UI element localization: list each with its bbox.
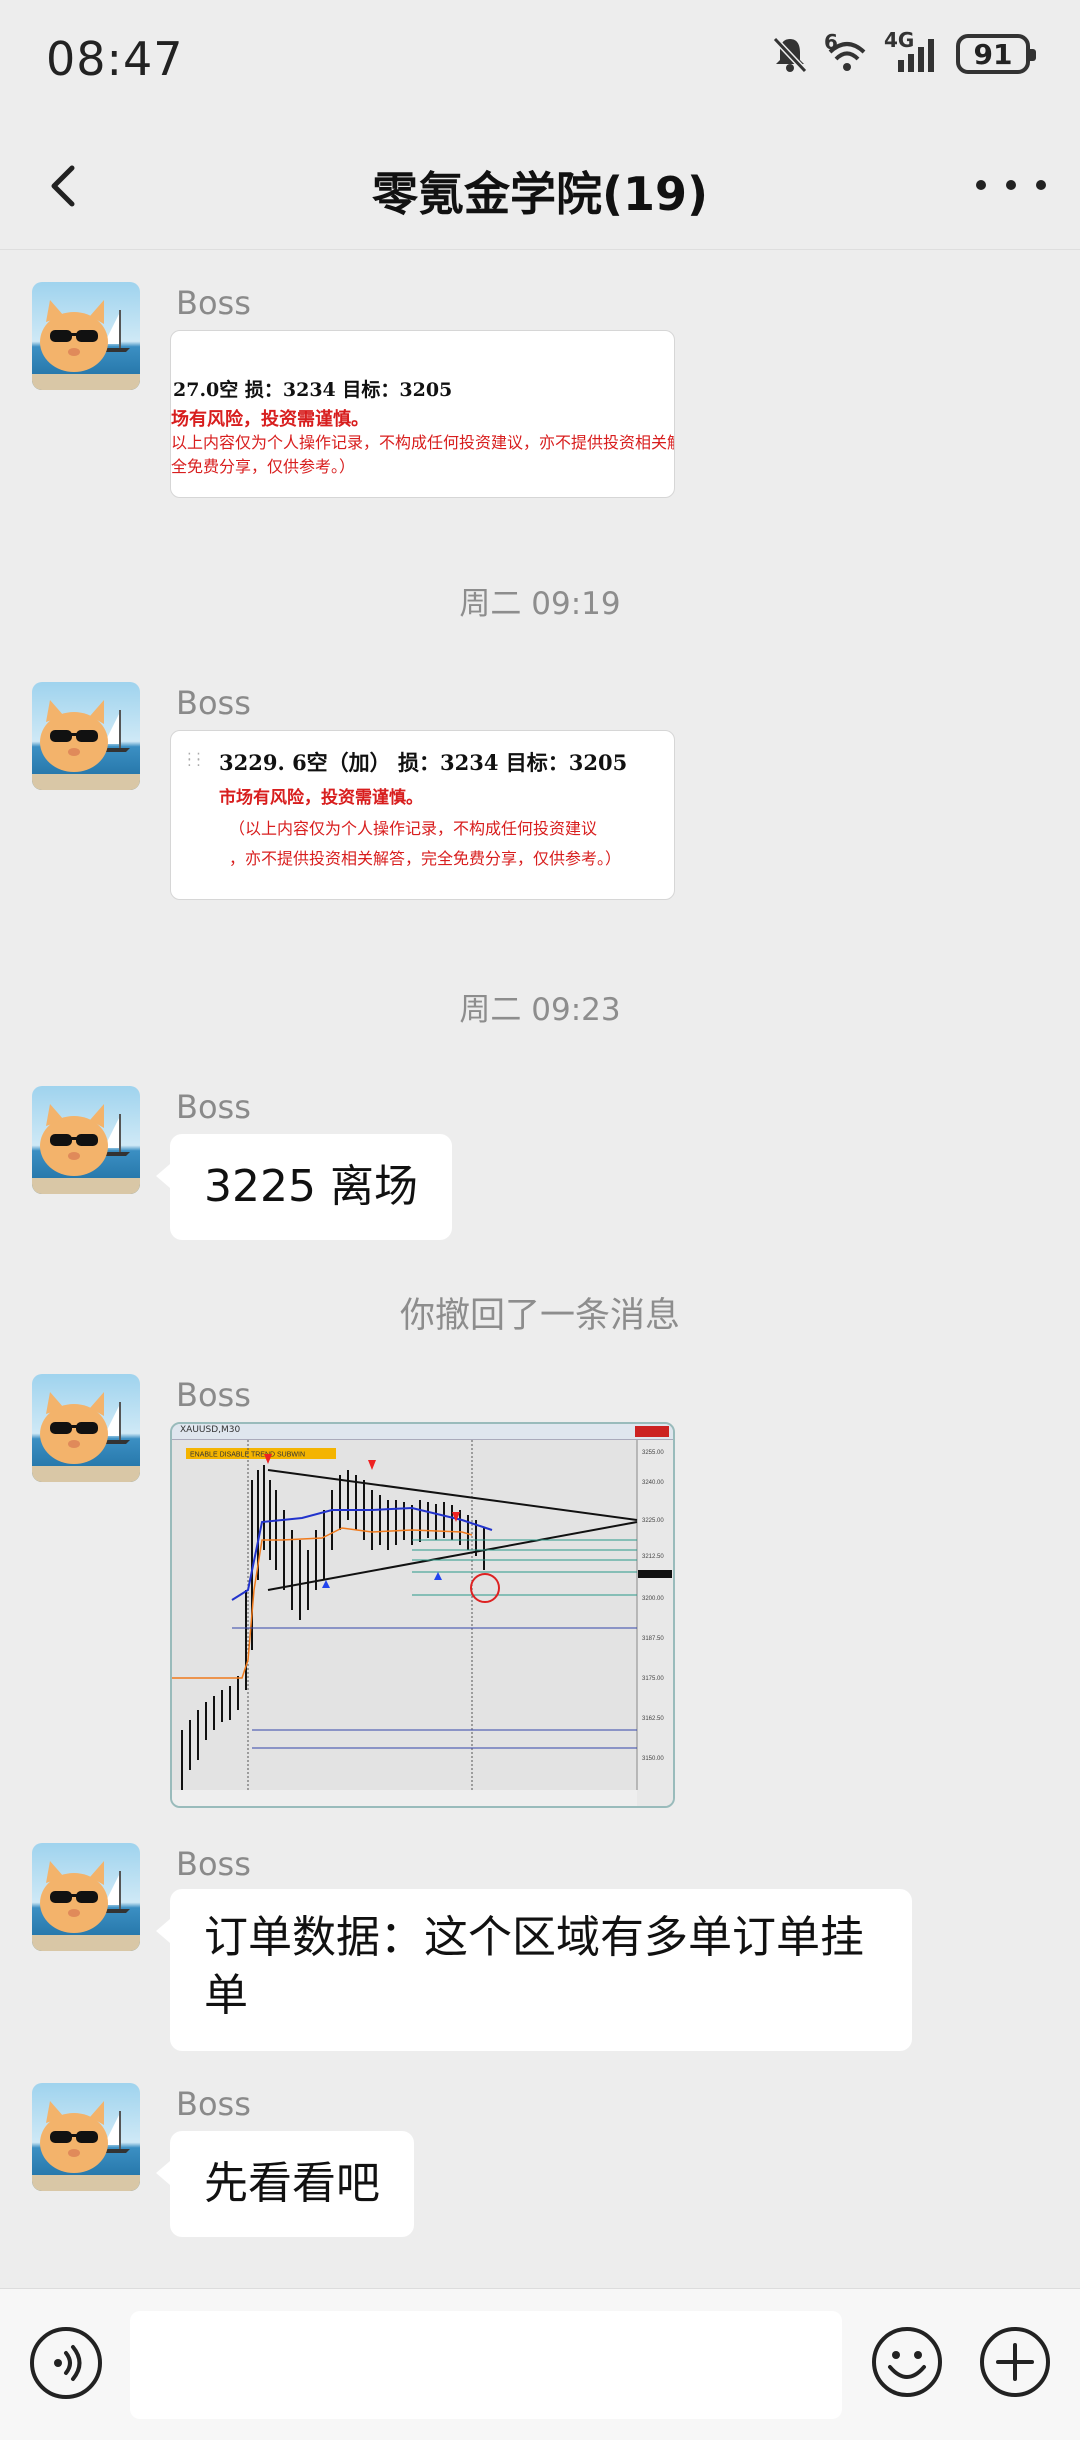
price-chart: ENABLE DISABLE TREND SUBWIN 3255.00 3240…	[172, 1440, 673, 1806]
chart-screenshot-image[interactable]: XAUUSD,M30 ENABLE DISABLE TREND SUBWIN 3…	[170, 1422, 675, 1808]
card-line: （以上内容仅为个人操作记录，不构成任何投资建议	[229, 819, 598, 838]
avatar[interactable]	[32, 282, 140, 390]
sender-name: Boss	[176, 1376, 251, 1414]
card-line: 3229. 6空（加） 损：3234 目标：3205	[219, 750, 628, 775]
card-line: 27.0空 损：3234 目标：3205	[173, 379, 453, 401]
signal-icon: 4G	[884, 28, 942, 74]
svg-text:3187.50: 3187.50	[642, 1636, 664, 1642]
avatar[interactable]	[32, 682, 140, 790]
input-bar	[0, 2288, 1080, 2440]
avatar[interactable]	[32, 1086, 140, 1194]
avatar[interactable]	[32, 1374, 140, 1482]
bubble-line: 单	[204, 1970, 248, 2021]
time-separator: 周二 09:23	[459, 992, 621, 1028]
sender-name: Boss	[176, 684, 251, 722]
bubble-line: 订单数据：这个区域有多单订单挂	[204, 1912, 864, 1963]
svg-text:3240.00: 3240.00	[642, 1480, 664, 1486]
image-message[interactable]: : :: : 3229. 6空（加） 损：3234 目标：3205 市场有风险，…	[170, 730, 675, 900]
time-separator: 周二 09:19	[459, 586, 621, 622]
image-message[interactable]: 27.0空 损：3234 目标：3205 场有风险，投资需谨慎。 以上内容仅为个…	[170, 330, 675, 498]
drag-handle-icon: : :: :	[187, 748, 201, 770]
svg-text:3162.50: 3162.50	[642, 1716, 664, 1722]
sender-name: Boss	[176, 284, 251, 322]
voice-icon[interactable]	[30, 2327, 102, 2399]
card-line: 市场有风险，投资需谨慎。	[219, 788, 423, 808]
text-bubble[interactable]: 先看看吧	[156, 2131, 414, 2237]
svg-text:3255.00: 3255.00	[642, 1450, 664, 1456]
sender-name: Boss	[176, 1088, 251, 1126]
status-icons: 6 4G 91	[770, 28, 1036, 74]
recall-notice: 你撤回了一条消息	[399, 1296, 680, 1336]
status-time: 08:47	[46, 32, 184, 86]
status-bar: 08:47 6 4G 91	[0, 0, 1080, 120]
svg-text:3150.00: 3150.00	[642, 1756, 664, 1762]
text-bubble[interactable]: 3225 离场	[156, 1134, 452, 1240]
window-close-icon	[635, 1426, 669, 1437]
card-line: 场有风险，投资需谨慎。	[171, 409, 369, 430]
text-bubble[interactable]: 订单数据：这个区域有多单订单挂 单	[156, 1889, 912, 2051]
avatar[interactable]	[32, 2083, 140, 2191]
svg-text:3200.00: 3200.00	[642, 1596, 664, 1602]
sender-name: Boss	[176, 1845, 251, 1883]
card-line: 全免费分享，仅供参考。）	[171, 457, 356, 476]
wifi-icon: 6	[824, 30, 870, 74]
svg-text:3175.00: 3175.00	[642, 1676, 664, 1682]
chart-window-titlebar: XAUUSD,M30	[172, 1424, 673, 1440]
battery-level: 91	[973, 37, 1013, 71]
plus-icon[interactable]	[978, 2325, 1052, 2399]
card-line: 以上内容仅为个人操作记录，不构成任何投资建议，亦不提供投资相关解答	[171, 433, 675, 452]
chat-title: 零氪金学院(19)	[371, 167, 709, 221]
sender-name: Boss	[176, 2085, 251, 2123]
svg-text:3225.00: 3225.00	[642, 1518, 664, 1524]
message-input[interactable]	[130, 2311, 842, 2419]
mute-bell-icon	[772, 36, 808, 74]
svg-text:3212.50: 3212.50	[642, 1554, 664, 1560]
chat-header: 零氪金学院(19)	[0, 120, 1080, 250]
avatar[interactable]	[32, 1843, 140, 1951]
more-icon[interactable]	[976, 160, 1046, 210]
battery-icon: 91	[956, 34, 1036, 74]
card-line: ，亦不提供投资相关解答，完全免费分享，仅供参考。）	[229, 849, 622, 868]
emoji-icon[interactable]	[870, 2325, 944, 2399]
